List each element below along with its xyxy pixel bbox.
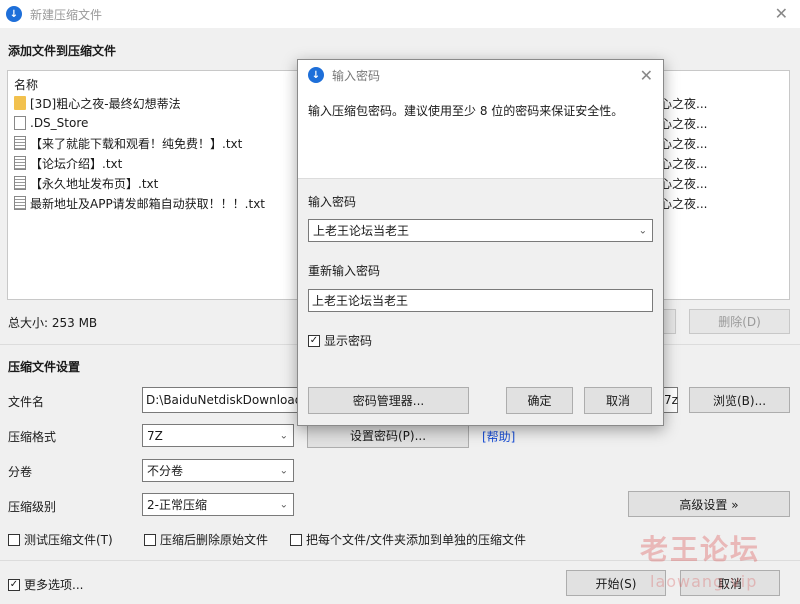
filename-extension: 7z: [664, 393, 678, 407]
close-icon[interactable]: ✕: [640, 66, 653, 85]
volume-value: 不分卷: [147, 464, 184, 478]
checkbox-label: 显示密码: [324, 334, 373, 348]
format-value: 7Z: [147, 428, 163, 443]
text-file-icon: [14, 136, 26, 150]
chevron-down-icon: ⌄: [279, 465, 288, 476]
format-label: 压缩格式: [8, 430, 57, 444]
dialog-title-bar: ↓ 输入密码 ✕: [298, 60, 663, 90]
list-item[interactable]: 【永久地址发布页】.txt: [14, 173, 158, 193]
checkbox-label: 压缩后删除原始文件: [160, 533, 269, 547]
file-icon: [14, 116, 26, 130]
column-header-name[interactable]: 名称: [14, 76, 38, 93]
file-path-cell: 心之夜...: [660, 196, 708, 211]
file-name: 最新地址及APP请发邮箱自动获取！！！.txt: [30, 196, 266, 211]
checkbox-box: [290, 533, 302, 546]
file-name: [3D]粗心之夜-最终幻想蒂法: [30, 96, 181, 111]
checkbox-box: [144, 533, 156, 546]
repeat-password-input[interactable]: 上老王论坛当老王: [308, 289, 653, 312]
dialog-description: 输入压缩包密码。建议使用至少 8 位的密码来保证安全性。: [308, 104, 624, 118]
chevron-down-icon: ⌄: [279, 430, 288, 441]
repeat-password-label: 重新输入密码: [308, 264, 381, 278]
add-files-title: 添加文件到压缩文件: [8, 44, 117, 58]
list-item[interactable]: 【来了就能下载和观看！纯免费！】.txt: [14, 133, 242, 153]
list-item[interactable]: 最新地址及APP请发邮箱自动获取！！！.txt: [14, 193, 265, 213]
password-manager-button[interactable]: 密码管理器...: [308, 387, 469, 414]
file-path-cell: 心之夜...: [660, 156, 708, 171]
separate-archive-checkbox[interactable]: 把每个文件/文件夹添加到单独的压缩文件: [290, 531, 526, 548]
app-logo-icon: ↓: [308, 67, 324, 83]
app-logo-icon: ↓: [6, 6, 22, 22]
close-icon[interactable]: ✕: [775, 4, 788, 23]
list-item[interactable]: 【论坛介绍】.txt: [14, 153, 122, 173]
checkbox-label: 测试压缩文件(T): [24, 533, 113, 547]
dialog-title: 输入密码: [332, 68, 381, 83]
ok-button[interactable]: 确定: [506, 387, 573, 414]
check-icon: ✓: [8, 578, 20, 591]
format-select[interactable]: 7Z ⌄: [142, 424, 294, 447]
text-file-icon: [14, 196, 26, 210]
settings-title: 压缩文件设置: [8, 360, 81, 374]
volume-select[interactable]: 不分卷 ⌄: [142, 459, 294, 482]
browse-button[interactable]: 浏览(B)...: [689, 387, 790, 413]
file-path-cell: 心之夜...: [660, 136, 708, 151]
total-size: 总大小: 253 MB: [8, 316, 98, 330]
file-name: .DS_Store: [30, 116, 89, 130]
delete-button[interactable]: 删除(D): [689, 309, 790, 334]
checkbox-label: 把每个文件/文件夹添加到单独的压缩文件: [306, 533, 527, 547]
level-label: 压缩级别: [8, 500, 57, 514]
list-item[interactable]: .DS_Store: [14, 113, 88, 133]
password-label: 输入密码: [308, 195, 357, 209]
level-value: 2-正常压缩: [147, 498, 207, 512]
window-title: 新建压缩文件: [30, 7, 103, 22]
checkbox-label: 更多选项...: [24, 578, 84, 592]
file-path-cell: 心之夜...: [660, 96, 708, 111]
list-item[interactable]: [3D]粗心之夜-最终幻想蒂法: [14, 93, 181, 113]
password-value: 上老王论坛当老王: [313, 224, 410, 238]
file-name: 【永久地址发布页】.txt: [30, 176, 159, 191]
checkbox-box: [8, 533, 20, 546]
set-password-button[interactable]: 设置密码(P)...: [307, 423, 469, 448]
title-bar: ↓ 新建压缩文件 ✕: [0, 0, 800, 28]
text-file-icon: [14, 156, 26, 170]
test-archive-checkbox[interactable]: 测试压缩文件(T): [8, 531, 113, 548]
volume-label: 分卷: [8, 465, 33, 479]
dialog-description-panel: 输入压缩包密码。建议使用至少 8 位的密码来保证安全性。: [298, 90, 663, 179]
check-icon: ✓: [308, 334, 320, 347]
more-options-checkbox[interactable]: ✓ 更多选项...: [8, 576, 83, 593]
text-file-icon: [14, 176, 26, 190]
show-password-checkbox[interactable]: ✓ 显示密码: [308, 332, 372, 349]
folder-icon: [14, 96, 26, 110]
advanced-settings-button[interactable]: 高级设置 »: [628, 491, 790, 517]
file-name: 【来了就能下载和观看！纯免费！】.txt: [30, 136, 243, 151]
delete-after-checkbox[interactable]: 压缩后删除原始文件: [144, 531, 268, 548]
file-path-cell: 心之夜...: [660, 176, 708, 191]
filename-label: 文件名: [8, 395, 45, 409]
help-link[interactable]: [帮助]: [482, 428, 515, 445]
password-combo[interactable]: 上老王论坛当老王 ⌄: [308, 219, 653, 242]
level-select[interactable]: 2-正常压缩 ⌄: [142, 493, 294, 516]
chevron-down-icon: ⌄: [279, 499, 288, 510]
file-path-cell: 心之夜...: [660, 116, 708, 131]
watermark-url: laowang.vip: [650, 572, 758, 591]
watermark-logo: 老王论坛: [640, 533, 761, 566]
dialog-cancel-button[interactable]: 取消: [584, 387, 652, 414]
password-dialog: ↓ 输入密码 ✕ 输入压缩包密码。建议使用至少 8 位的密码来保证安全性。 输入…: [297, 59, 664, 426]
file-name: 【论坛介绍】.txt: [30, 156, 123, 171]
chevron-down-icon[interactable]: ⌄: [639, 225, 647, 236]
